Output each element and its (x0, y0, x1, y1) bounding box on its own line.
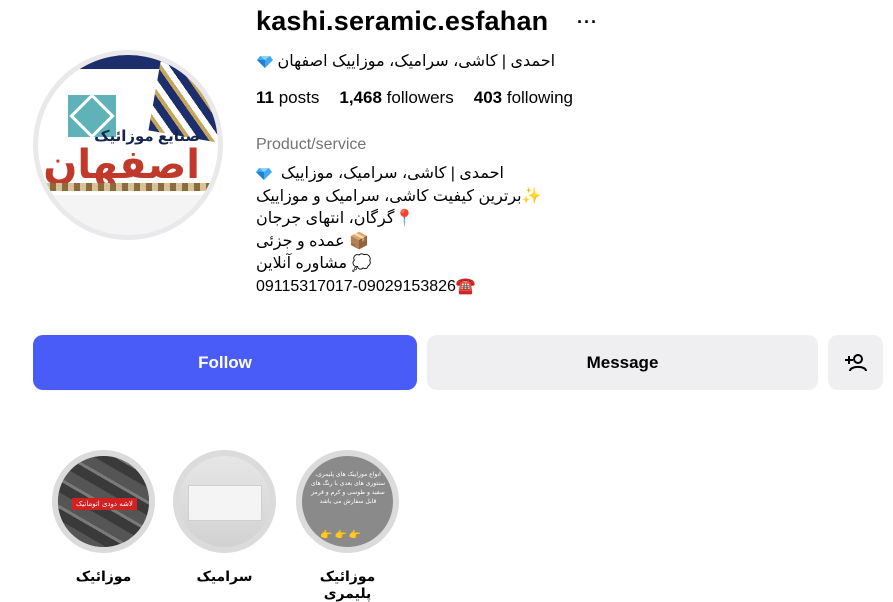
bio-line: گرگان، انتهای جرجان📍 (256, 208, 542, 231)
full-name-text: احمدی | کاشی، سرامیک، موزاییک اصفهان (277, 53, 556, 70)
profile-avatar[interactable]: صنایع موزائیک اصفهان (33, 50, 223, 240)
profile-category: Product/service (256, 136, 367, 153)
profile-full-name: احمدی | کاشی، سرامیک، موزاییک اصفهان (257, 51, 555, 71)
posts-stat[interactable]: 11 posts (256, 88, 319, 108)
sparkles-icon: ✨ (521, 187, 542, 205)
message-button[interactable]: Message (427, 335, 818, 390)
bio-text: برترین کیفیت کاشی، سرامیک و موزاییک (256, 187, 522, 205)
bio-line: عمده و جزئی 📦 (256, 231, 542, 254)
package-icon: 📦 (349, 232, 370, 250)
bio-text: احمدی | کاشی، سرامیک، موزاییک (280, 165, 504, 182)
highlight-thumb-tag: لاشه دودی اتوماتیک (72, 498, 137, 510)
pointing-hands-icon: 👉👉👉 (320, 530, 364, 541)
follow-button[interactable]: Follow (33, 335, 417, 390)
highlight-label: موزائیک (75, 568, 132, 584)
followers-count: 1,468 (339, 88, 382, 107)
posts-label: posts (278, 88, 320, 107)
bio-text: گرگان، انتهای جرجان (256, 210, 395, 227)
following-count: 403 (473, 88, 503, 107)
pin-icon: 📍 (394, 210, 415, 227)
avatar-image: صنایع موزائیک اصفهان (38, 55, 218, 235)
diamond-icon (257, 55, 273, 68)
highlight-label: موزائیک پلیمری (319, 568, 376, 601)
profile-username: kashi.seramic.esfahan (256, 6, 549, 36)
bio-text: مشاوره آنلاین (256, 255, 348, 272)
highlight-thumb: لاشه دودی اتوماتیک (58, 456, 149, 547)
highlight-thumb (179, 456, 270, 547)
avatar-decor-strip (38, 183, 218, 191)
add-user-icon (844, 353, 867, 371)
diamond-icon (256, 167, 272, 180)
bio-line: برترین کیفیت کاشی، سرامیک و موزاییک✨ (256, 186, 542, 209)
followers-stat[interactable]: 1,468 followers (339, 88, 453, 108)
highlight-thumb-text: انواع موزاییک های پلیمری، سنتوری های بعد… (310, 471, 386, 505)
bio-phone[interactable]: 09115317017-09029153826 (256, 278, 456, 295)
avatar-text-line2: اصفهان (43, 143, 200, 187)
followers-label: followers (386, 88, 454, 107)
telephone-icon: ☎️ (455, 277, 476, 295)
bio-line: مشاوره آنلاین 💭 (256, 253, 542, 276)
bio-line: 09115317017-09029153826☎️ (256, 276, 542, 299)
more-options-icon[interactable]: ··· (577, 12, 598, 33)
profile-stats: 11 posts 1,468 followers 403 following (256, 88, 573, 108)
following-stat[interactable]: 403 following (474, 88, 573, 108)
thought-bubble-icon: 💭 (351, 255, 372, 272)
highlight-label: سرامیک (196, 568, 253, 584)
highlight-thumb: انواع موزاییک های پلیمری، سنتوری های بعد… (302, 456, 393, 547)
bio-line: احمدی | کاشی، سرامیک، موزاییک (256, 163, 542, 186)
bio-text: عمده و جزئی (256, 232, 345, 250)
highlight-mosaic[interactable]: لاشه دودی اتوماتیک (52, 450, 155, 553)
avatar-bottom (38, 195, 218, 235)
profile-bio: احمدی | کاشی، سرامیک، موزاییک برترین کیف… (256, 163, 542, 298)
following-label: following (506, 88, 573, 107)
add-user-button[interactable] (828, 335, 883, 390)
highlight-ceramic[interactable] (173, 450, 276, 553)
posts-count: 11 (256, 88, 274, 107)
highlight-polymer-mosaic[interactable]: انواع موزاییک های پلیمری، سنتوری های بعد… (296, 450, 399, 553)
ceramic-sheet (189, 486, 261, 520)
